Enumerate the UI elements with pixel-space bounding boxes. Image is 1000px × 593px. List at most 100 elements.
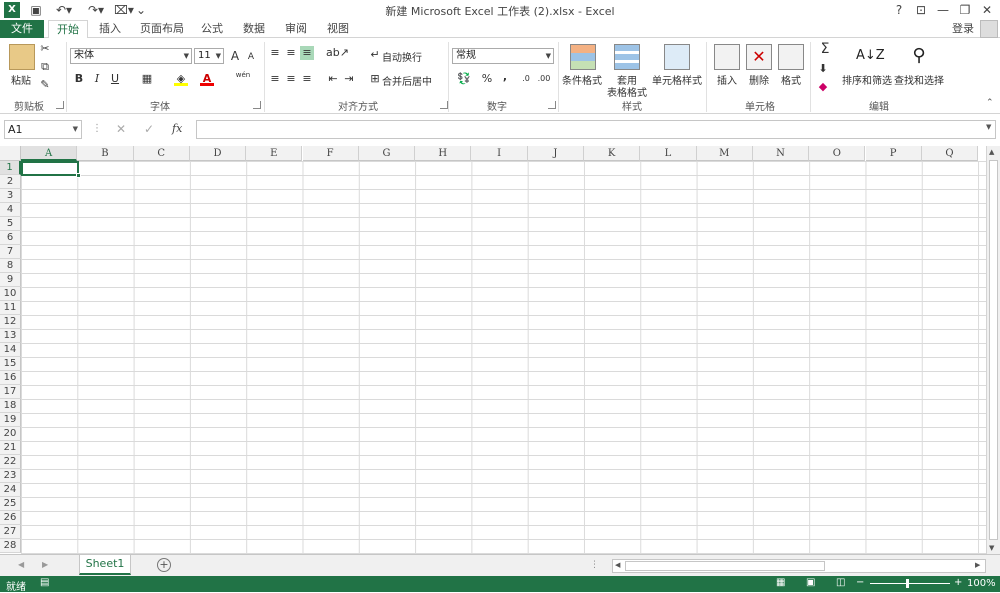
cell-styles-icon[interactable] — [664, 44, 690, 70]
row-header[interactable]: 16 — [0, 371, 21, 385]
help-button[interactable]: ? — [888, 1, 910, 19]
tab-formulas[interactable]: 公式 — [194, 20, 230, 38]
italic-button[interactable]: I — [90, 72, 104, 86]
copy-icon[interactable]: ⧉ — [38, 60, 52, 74]
insert-cells-icon[interactable] — [714, 44, 740, 70]
sheet-tab-sheet1[interactable]: Sheet1 — [79, 555, 131, 575]
align-top-icon[interactable]: ≡ — [268, 46, 282, 60]
avatar[interactable] — [980, 20, 998, 38]
split-handle-icon[interactable]: ⋮ — [590, 560, 599, 570]
fill-handle[interactable] — [76, 173, 81, 178]
row-header[interactable]: 14 — [0, 343, 21, 357]
normal-view-icon[interactable]: ▦ — [776, 577, 785, 588]
align-center-icon[interactable]: ≡ — [284, 72, 298, 86]
enter-entry-icon[interactable]: ✓ — [144, 122, 154, 136]
name-box[interactable]: A1 ▼ — [4, 120, 82, 139]
number-launcher-icon[interactable] — [548, 101, 556, 109]
phonetic-guide-icon[interactable]: wén — [234, 68, 252, 82]
conditional-formatting-button[interactable]: 条件格式 — [560, 72, 604, 87]
cancel-entry-icon[interactable]: ✕ — [116, 122, 126, 136]
row-header[interactable]: 11 — [0, 301, 21, 315]
format-cells-button[interactable]: 格式 — [774, 72, 808, 87]
row-header[interactable]: 20 — [0, 427, 21, 441]
column-header[interactable]: B — [77, 146, 134, 161]
add-sheet-icon[interactable]: + — [157, 558, 171, 572]
ribbon-display-options-button[interactable]: ⊡ — [910, 1, 932, 19]
scroll-up-icon[interactable]: ▲ — [989, 148, 994, 156]
active-cell[interactable] — [21, 161, 79, 176]
tab-home[interactable]: 开始 — [48, 20, 88, 39]
horizontal-scrollbar[interactable]: ◀ ▶ — [612, 559, 986, 573]
increase-decimal-icon[interactable]: .0 — [518, 72, 534, 86]
macro-record-icon[interactable]: ▤ — [40, 577, 49, 588]
row-header[interactable]: 5 — [0, 217, 21, 231]
column-header[interactable]: H — [415, 146, 472, 161]
borders-icon[interactable]: ▦ — [140, 72, 154, 86]
percent-button[interactable]: % — [480, 72, 494, 86]
cell-styles-button[interactable]: 单元格样式 — [652, 72, 702, 87]
row-header[interactable]: 2 — [0, 175, 21, 189]
column-header[interactable]: O — [809, 146, 866, 161]
orientation-icon[interactable]: ab↗ — [326, 46, 349, 60]
zoom-in-icon[interactable]: + — [954, 577, 962, 588]
row-header[interactable]: 18 — [0, 399, 21, 413]
sort-filter-icon[interactable]: A↓Z — [856, 44, 885, 70]
fill-icon[interactable]: ⬇ — [816, 62, 830, 76]
page-layout-view-icon[interactable]: ▣ — [806, 577, 815, 588]
decrease-indent-icon[interactable]: ⇤ — [326, 72, 340, 86]
font-size-select[interactable]: 11 ▼ — [194, 48, 224, 64]
grow-font-icon[interactable]: A — [228, 49, 242, 63]
row-header[interactable]: 24 — [0, 483, 21, 497]
column-header[interactable]: K — [584, 146, 641, 161]
close-button[interactable]: ✕ — [976, 1, 998, 19]
align-left-icon[interactable]: ≡ — [268, 72, 282, 86]
delete-cells-icon[interactable]: ✕ — [746, 44, 772, 70]
column-header[interactable]: M — [696, 146, 753, 161]
number-format-select[interactable]: 常规 ▼ — [452, 48, 554, 64]
wrap-text-icon[interactable]: ↵ — [368, 48, 382, 62]
column-header[interactable]: A — [21, 146, 78, 161]
formula-input[interactable] — [196, 120, 996, 139]
autosum-icon[interactable]: Σ — [816, 42, 834, 56]
tab-review[interactable]: 审阅 — [278, 20, 314, 38]
column-header[interactable]: C — [133, 146, 190, 161]
column-header[interactable]: D — [189, 146, 247, 161]
font-launcher-icon[interactable] — [253, 101, 261, 109]
align-middle-icon[interactable]: ≡ — [284, 46, 298, 60]
row-header[interactable]: 12 — [0, 315, 21, 329]
column-header[interactable]: F — [302, 146, 359, 161]
merge-center-icon[interactable]: ⊞ — [368, 72, 382, 86]
tab-insert[interactable]: 插入 — [92, 20, 128, 38]
paste-icon[interactable] — [9, 44, 35, 70]
row-header[interactable]: 9 — [0, 273, 21, 287]
sign-in-link[interactable]: 登录 — [948, 20, 978, 38]
row-header[interactable]: 6 — [0, 231, 21, 245]
vertical-scrollbar[interactable]: ▲ ▼ — [986, 146, 1000, 556]
format-painter-icon[interactable]: ✎ — [38, 78, 52, 92]
row-header[interactable]: 19 — [0, 413, 21, 427]
row-header[interactable]: 15 — [0, 357, 21, 371]
row-header[interactable]: 7 — [0, 245, 21, 259]
row-header[interactable]: 1 — [0, 161, 21, 175]
bold-button[interactable]: B — [72, 72, 86, 86]
insert-cells-button[interactable]: 插入 — [710, 72, 744, 87]
conditional-formatting-icon[interactable] — [570, 44, 596, 70]
row-header[interactable]: 23 — [0, 469, 21, 483]
column-header[interactable]: E — [246, 146, 303, 161]
cells-area[interactable] — [21, 161, 986, 554]
column-header[interactable]: G — [358, 146, 416, 161]
collapse-ribbon-icon[interactable]: ⌃ — [986, 98, 994, 108]
row-header[interactable]: 25 — [0, 497, 21, 511]
next-sheet-icon[interactable]: ▶ — [42, 560, 48, 569]
delete-cells-button[interactable]: 删除 — [742, 72, 776, 87]
column-header[interactable]: I — [471, 146, 528, 161]
format-as-table-line2[interactable]: 表格格式 — [604, 84, 650, 99]
restore-button[interactable]: ❐ — [954, 1, 976, 19]
tab-file[interactable]: 文件 — [0, 20, 44, 38]
font-name-select[interactable]: 宋体 ▼ — [70, 48, 192, 64]
column-header[interactable]: P — [865, 146, 922, 161]
tab-data[interactable]: 数据 — [236, 20, 272, 38]
cut-icon[interactable]: ✂ — [38, 42, 52, 56]
scroll-left-icon[interactable]: ◀ — [615, 561, 620, 569]
find-select-icon[interactable]: ⚲ — [906, 44, 932, 70]
